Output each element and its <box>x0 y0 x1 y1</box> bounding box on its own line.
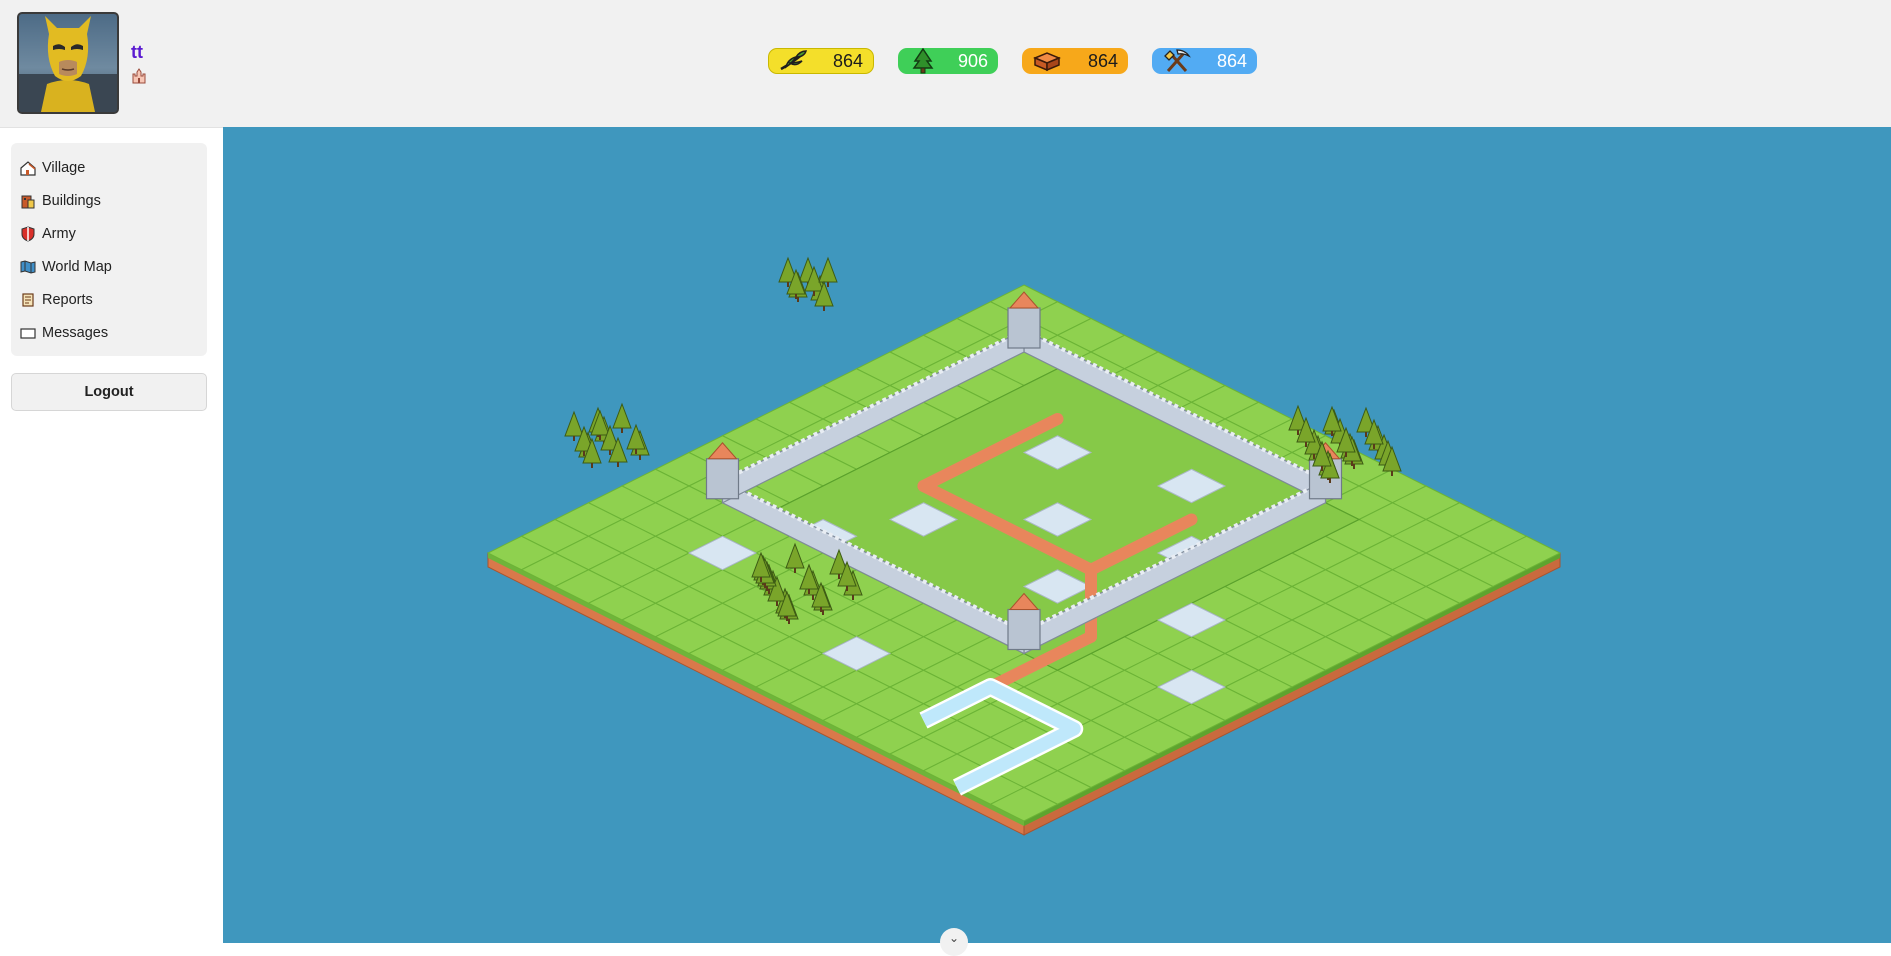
iron-amount: 864 <box>1216 50 1247 71</box>
pine-tree <box>818 256 838 283</box>
nav-buildings[interactable]: Buildings <box>20 190 101 212</box>
wheat-icon <box>777 48 811 74</box>
top-bar: tt 864 906 864 864 <box>0 0 1891 128</box>
nav-label: Messages <box>42 325 109 341</box>
castle-icon[interactable] <box>131 68 147 89</box>
pickaxe-icon <box>1160 48 1194 74</box>
pine-tree <box>1322 405 1342 432</box>
nav-label: Buildings <box>42 193 101 209</box>
tree-icon <box>906 48 940 74</box>
nav-label: Army <box>42 226 76 242</box>
player-avatar[interactable] <box>17 12 119 114</box>
shield-icon <box>20 226 36 242</box>
nav-label: Village <box>42 160 86 176</box>
pine-tree <box>612 402 632 429</box>
brick-icon <box>1030 48 1064 74</box>
nav-label: World Map <box>42 259 112 275</box>
clay-amount: 864 <box>1087 50 1118 71</box>
resource-wood: 906 <box>898 48 998 74</box>
player-name[interactable]: tt <box>131 42 143 63</box>
nav-world-map[interactable]: World Map <box>20 256 112 278</box>
nav-village[interactable]: Village <box>20 157 85 179</box>
house-icon <box>20 160 36 176</box>
nav-label: Reports <box>42 292 93 308</box>
map-icon <box>20 259 36 275</box>
nav-reports[interactable]: Reports <box>20 289 93 311</box>
logout-button[interactable]: Logout <box>11 373 207 411</box>
resource-clay: 864 <box>1022 48 1128 74</box>
wall-tower <box>1007 608 1041 651</box>
nav-messages[interactable]: Messages <box>20 322 108 344</box>
village-map-canvas[interactable] <box>223 127 1891 943</box>
resource-bar: 864 906 864 864 <box>768 48 1257 76</box>
village-map[interactable] <box>223 127 1891 943</box>
resource-iron: 864 <box>1152 48 1257 74</box>
resource-food: 864 <box>768 48 874 74</box>
wall-tower <box>705 458 740 500</box>
buildings-icon <box>20 193 36 209</box>
wood-amount: 906 <box>957 50 988 71</box>
pine-tree <box>564 410 584 437</box>
food-amount: 864 <box>832 50 863 71</box>
wall-tower <box>1007 307 1041 349</box>
nav-army[interactable]: Army <box>20 223 76 245</box>
scroll-icon <box>20 292 36 308</box>
envelope-icon <box>20 325 36 341</box>
chevron-down-icon[interactable]: ⌄ <box>940 928 968 956</box>
